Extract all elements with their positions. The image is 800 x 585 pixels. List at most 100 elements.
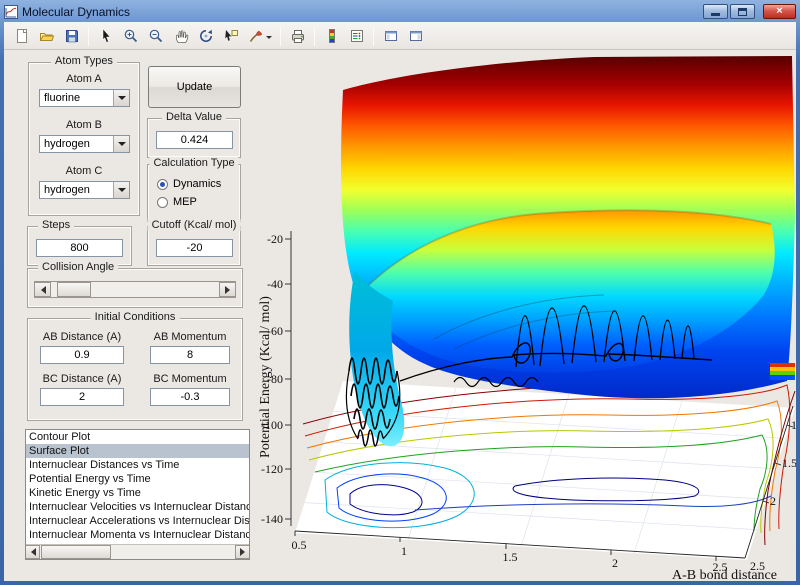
- atom-c-label: Atom C: [29, 165, 139, 177]
- list-item[interactable]: Potential Energy vs Time: [26, 472, 249, 486]
- radio-mep-label: MEP: [173, 196, 197, 208]
- collision-angle-title: Collision Angle: [38, 261, 118, 273]
- list-item[interactable]: Contour Plot: [26, 430, 249, 444]
- legend-icon: [349, 28, 365, 44]
- rotate-3d-icon: [198, 28, 214, 44]
- steps-panel: Steps: [27, 226, 132, 266]
- atom-b-dropdown-button[interactable]: [113, 136, 129, 152]
- radio-unselected-icon: [157, 197, 168, 208]
- bc-momentum-input[interactable]: [150, 388, 230, 406]
- atom-c-value: hydrogen: [44, 184, 90, 196]
- plot-area[interactable]: -20 -40 -60 -80 -100 -120 -140: [254, 49, 796, 581]
- atom-b-select[interactable]: hydrogen: [39, 135, 130, 153]
- list-item-selected[interactable]: Surface Plot: [26, 444, 249, 458]
- data-cursor-icon: [223, 28, 239, 44]
- minimize-icon: [711, 13, 720, 16]
- rotate-3d-button[interactable]: [194, 24, 217, 47]
- steps-input[interactable]: [36, 239, 123, 257]
- list-item[interactable]: Internuclear Accelerations vs Internucle…: [26, 514, 249, 528]
- radio-dynamics[interactable]: Dynamics: [157, 178, 221, 190]
- pan-hand-icon: [173, 28, 189, 44]
- slider-thumb[interactable]: [57, 282, 91, 297]
- minimize-button[interactable]: [703, 4, 728, 19]
- atom-a-value: fluorine: [44, 92, 80, 104]
- depth-tick: 2: [770, 494, 776, 508]
- y-tick: -140: [261, 512, 283, 526]
- atom-b-value: hydrogen: [44, 138, 90, 150]
- atom-a-label: Atom A: [29, 73, 139, 85]
- window-title: Molecular Dynamics: [22, 5, 130, 19]
- slider-left-arrow-button[interactable]: [34, 282, 51, 297]
- radio-dynamics-label: Dynamics: [173, 178, 221, 190]
- x-tick: 1.5: [503, 550, 518, 564]
- calculation-type-panel: Calculation Type Dynamics MEP: [147, 164, 241, 222]
- toolbar-separator: [373, 26, 374, 46]
- initial-conditions-title: Initial Conditions: [91, 311, 180, 323]
- arrow-left-icon: [37, 286, 46, 294]
- ab-momentum-input[interactable]: [150, 346, 230, 364]
- list-item[interactable]: Internuclear Distances vs Time: [26, 458, 249, 472]
- arrow-right-icon: [225, 286, 234, 294]
- atom-c-dropdown-button[interactable]: [113, 182, 129, 198]
- depth-tick: 1: [791, 418, 796, 432]
- hscroll-thumb[interactable]: [41, 545, 111, 559]
- atom-a-dropdown-button[interactable]: [113, 90, 129, 106]
- cutoff-input[interactable]: [156, 239, 233, 257]
- zoom-in-button[interactable]: [119, 24, 142, 47]
- arrow-left-icon: [27, 548, 36, 556]
- atom-c-select[interactable]: hydrogen: [39, 181, 130, 199]
- pointer-icon: [98, 28, 114, 44]
- save-figure-button[interactable]: [60, 24, 83, 47]
- chevron-down-icon: [118, 188, 126, 196]
- atom-b-label: Atom B: [29, 119, 139, 131]
- x-tick: 2: [612, 556, 618, 570]
- show-plot-tools-button[interactable]: [404, 24, 427, 47]
- depth-tick: 1.5: [782, 456, 796, 470]
- insert-colorbar-button[interactable]: [320, 24, 343, 47]
- maximize-button[interactable]: [730, 4, 755, 19]
- atom-types-title: Atom Types: [51, 55, 117, 67]
- data-cursor-button[interactable]: [219, 24, 242, 47]
- app-icon: [4, 5, 18, 19]
- toolbar-separator: [88, 26, 89, 46]
- x-axis-label: A-B bond distance: [672, 568, 777, 581]
- titlebar[interactable]: Molecular Dynamics ×: [4, 2, 796, 21]
- cutoff-panel: Cutoff (Kcal/ mol): [147, 226, 241, 266]
- list-item[interactable]: Internuclear Momenta vs Internuclear Dis…: [26, 528, 249, 542]
- list-item[interactable]: Internuclear Velocities vs Internuclear …: [26, 500, 249, 514]
- bc-distance-input[interactable]: [40, 388, 124, 406]
- print-icon: [290, 28, 306, 44]
- update-button[interactable]: Update: [148, 66, 241, 108]
- zoom-out-button[interactable]: [144, 24, 167, 47]
- listbox-hscrollbar[interactable]: [26, 544, 249, 559]
- open-file-button[interactable]: [35, 24, 58, 47]
- toolbar-separator: [314, 26, 315, 46]
- hide-plot-tools-button[interactable]: [379, 24, 402, 47]
- ab-distance-input[interactable]: [40, 346, 124, 364]
- slider-right-arrow-button[interactable]: [219, 282, 236, 297]
- plot-type-listbox[interactable]: Contour Plot Surface Plot Internuclear D…: [25, 429, 250, 560]
- plot-canvas: -20 -40 -60 -80 -100 -120 -140: [254, 49, 796, 581]
- close-button[interactable]: ×: [763, 4, 796, 19]
- delta-value-input[interactable]: [156, 131, 233, 149]
- arrow-right-icon: [240, 548, 249, 556]
- list-item[interactable]: Kinetic Energy vs Time: [26, 486, 249, 500]
- y-tick: -20: [267, 232, 283, 246]
- brush-button[interactable]: [244, 24, 275, 47]
- print-figure-button[interactable]: [286, 24, 309, 47]
- y-tick: -120: [261, 462, 283, 476]
- radio-mep[interactable]: MEP: [157, 196, 197, 208]
- y-tick: -40: [267, 277, 283, 291]
- insert-legend-button[interactable]: [345, 24, 368, 47]
- hscroll-left-arrow[interactable]: [25, 545, 40, 559]
- toolbar-separator: [280, 26, 281, 46]
- x-tick: 0.5: [292, 538, 307, 552]
- pointer-button[interactable]: [94, 24, 117, 47]
- new-figure-button[interactable]: [10, 24, 33, 47]
- bc-distance-label: BC Distance (A): [32, 373, 132, 385]
- pan-button[interactable]: [169, 24, 192, 47]
- atom-a-select[interactable]: fluorine: [39, 89, 130, 107]
- zoom-out-icon: [148, 28, 164, 44]
- hscroll-right-arrow[interactable]: [235, 545, 250, 559]
- collision-angle-slider[interactable]: [34, 281, 236, 298]
